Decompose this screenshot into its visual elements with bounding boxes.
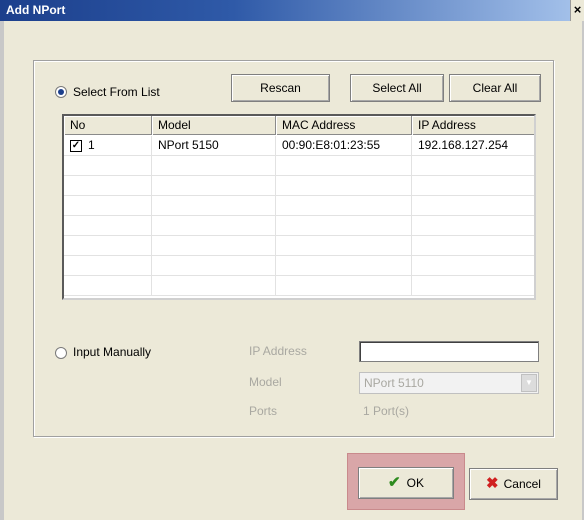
table-cell-empty	[412, 276, 534, 296]
ip-address-label: IP Address	[249, 344, 307, 358]
nport-list-table[interactable]: No Model MAC Address IP Address ✓ 1 NPor…	[62, 114, 536, 300]
table-row-empty[interactable]	[64, 176, 534, 196]
window-title: Add NPort	[6, 3, 66, 17]
table-row[interactable]: ✓ 1 NPort 5150 00:90:E8:01:23:55 192.168…	[64, 136, 534, 156]
table-cell-empty	[152, 196, 276, 216]
table-cell-empty	[152, 236, 276, 256]
model-dropdown-value: NPort 5110	[364, 376, 424, 390]
table-cell-empty	[152, 156, 276, 176]
row-number: 1	[88, 138, 95, 152]
table-cell-empty	[152, 256, 276, 276]
table-cell-empty	[276, 236, 412, 256]
table-cell-empty	[152, 216, 276, 236]
table-cell-empty	[276, 276, 412, 296]
clear-all-button[interactable]: Clear All	[449, 74, 541, 102]
select-from-list-radio[interactable]	[55, 86, 67, 98]
column-header-ip[interactable]: IP Address	[412, 116, 534, 135]
rescan-button[interactable]: Rescan	[231, 74, 330, 102]
table-cell-empty	[412, 256, 534, 276]
table-cell-empty	[64, 196, 152, 216]
table-row-empty[interactable]	[64, 156, 534, 176]
cancel-button[interactable]: ✖ Cancel	[469, 468, 558, 500]
window-titlebar: Add NPort	[0, 0, 584, 21]
table-cell-empty	[412, 236, 534, 256]
table-cell-empty	[64, 156, 152, 176]
select-from-list-label: Select From List	[73, 85, 160, 99]
table-row-empty[interactable]	[64, 256, 534, 276]
cancel-button-label: Cancel	[503, 477, 541, 491]
cancel-x-icon: ✖	[486, 475, 499, 492]
cell-model: NPort 5150	[152, 136, 276, 156]
column-header-model[interactable]: Model	[152, 116, 276, 135]
table-cell-empty	[276, 176, 412, 196]
table-row-empty[interactable]	[64, 216, 534, 236]
table-cell-empty	[276, 216, 412, 236]
table-cell-empty	[64, 176, 152, 196]
model-label: Model	[249, 375, 282, 389]
cell-mac: 00:90:E8:01:23:55	[276, 136, 412, 156]
input-manually-label: Input Manually	[73, 345, 152, 359]
table-cell-empty	[64, 216, 152, 236]
table-cell-empty	[64, 236, 152, 256]
table-cell-empty	[64, 256, 152, 276]
cell-no: ✓ 1	[64, 136, 152, 156]
chevron-down-icon: ▼	[521, 374, 537, 392]
ok-button[interactable]: ✔ OK	[358, 467, 454, 499]
table-cell-empty	[276, 196, 412, 216]
column-header-mac[interactable]: MAC Address	[276, 116, 412, 135]
radio-selected-dot	[58, 89, 64, 95]
checkmark-icon: ✔	[388, 474, 401, 491]
table-cell-empty	[412, 196, 534, 216]
table-cell-empty	[152, 176, 276, 196]
table-cell-empty	[412, 176, 534, 196]
close-icon: ×	[573, 2, 582, 17]
row-checkbox[interactable]: ✓	[70, 140, 82, 152]
close-button[interactable]: ×	[570, 0, 584, 21]
input-manually-radio[interactable]	[55, 347, 67, 359]
table-cell-empty	[412, 156, 534, 176]
table-cell-empty	[152, 276, 276, 296]
table-cell-empty	[64, 276, 152, 296]
window-border-left	[0, 21, 4, 520]
table-header: No Model MAC Address IP Address	[64, 116, 534, 135]
cell-ip: 192.168.127.254	[418, 138, 509, 152]
ports-value: 1 Port(s)	[363, 404, 410, 418]
table-cell-empty	[412, 216, 534, 236]
ip-address-input[interactable]	[359, 341, 539, 362]
column-header-no[interactable]: No	[64, 116, 152, 135]
ports-label: Ports	[249, 404, 278, 418]
ok-button-label: OK	[406, 476, 424, 490]
select-all-button[interactable]: Select All	[350, 74, 444, 102]
table-row-empty[interactable]	[64, 276, 534, 296]
table-cell-empty	[276, 156, 412, 176]
table-cell-empty	[276, 256, 412, 276]
table-row-empty[interactable]	[64, 236, 534, 256]
table-row-empty[interactable]	[64, 196, 534, 216]
model-dropdown[interactable]: NPort 5110 ▼	[359, 372, 539, 394]
